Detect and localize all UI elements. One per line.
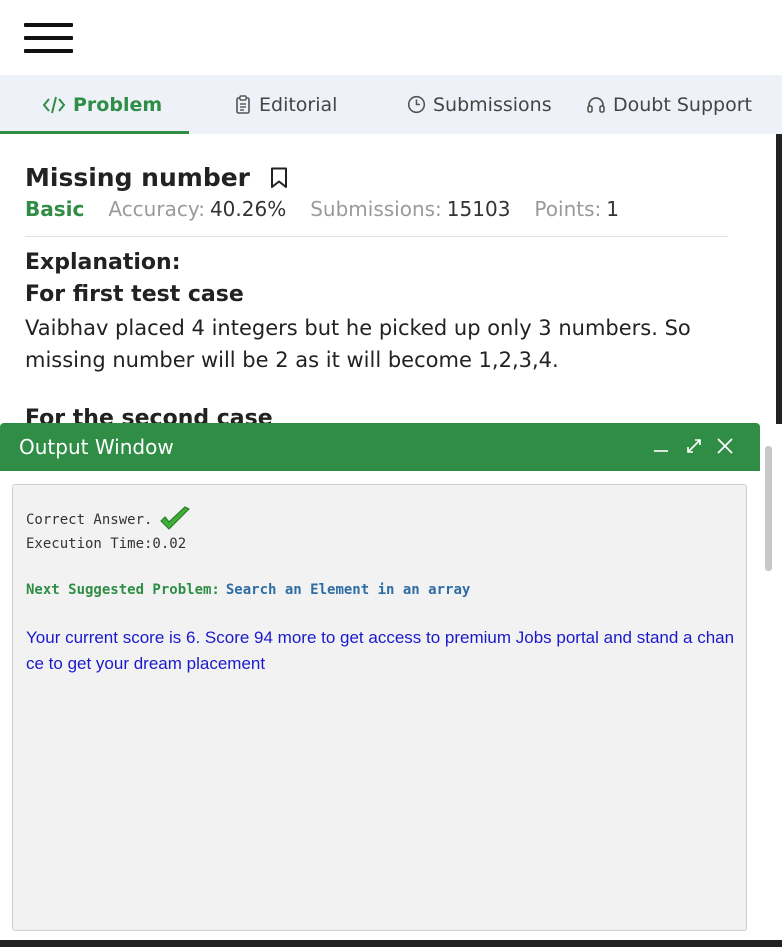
hamburger-menu-icon[interactable] xyxy=(24,23,74,55)
output-window-header: Output Window xyxy=(0,423,760,471)
scrollbar-thumb[interactable] xyxy=(765,446,772,571)
accuracy-value: 40.26% xyxy=(209,197,287,221)
problem-meta: Basic Accuracy: 40.26% Submissions: 1510… xyxy=(25,197,643,221)
tab-problem[interactable]: Problem xyxy=(42,75,162,134)
test-case-heading: For first test case xyxy=(25,282,244,307)
page-scrollbar[interactable] xyxy=(776,134,782,424)
clock-icon xyxy=(407,95,426,114)
top-bar xyxy=(0,0,782,75)
next-suggested-label: Next Suggested Problem: xyxy=(26,582,220,598)
problem-title: Missing number xyxy=(25,163,250,192)
execution-time: Execution Time:0.02 xyxy=(26,536,187,552)
accuracy-label: Accuracy: xyxy=(108,197,205,221)
output-window-body: Correct Answer. Execution Time:0.02 Next… xyxy=(0,471,760,947)
expand-icon[interactable] xyxy=(681,433,707,459)
output-scrollbar[interactable] xyxy=(763,446,782,947)
output-panel: Correct Answer. Execution Time:0.02 Next… xyxy=(12,484,747,931)
result-row: Correct Answer. xyxy=(26,506,192,534)
explanation-text: Vaibhav placed 4 integers but he picked … xyxy=(25,316,691,372)
code-icon xyxy=(42,96,66,114)
bottom-edge xyxy=(0,940,782,947)
headset-icon xyxy=(586,95,606,115)
result-text: Correct Answer. xyxy=(26,512,153,528)
tab-editorial-label: Editorial xyxy=(259,93,338,116)
difficulty-badge: Basic xyxy=(25,197,85,221)
next-suggested-problem: Next Suggested Problem: Search an Element… xyxy=(26,582,470,598)
explanation-heading: Explanation: xyxy=(25,250,181,275)
problem-title-row: Missing number xyxy=(25,163,288,192)
bookmark-icon[interactable] xyxy=(270,167,288,189)
points-label: Points: xyxy=(534,197,602,221)
problem-tab-bar: Problem Editorial Submissions Doubt Supp… xyxy=(0,75,782,134)
output-window-title: Output Window xyxy=(19,435,174,459)
close-icon[interactable] xyxy=(712,433,738,459)
document-icon xyxy=(234,94,252,115)
next-problem-link[interactable]: Search an Element in an array xyxy=(226,582,470,598)
minimize-icon[interactable] xyxy=(648,433,674,459)
second-case-heading: For the second case xyxy=(25,406,273,424)
divider xyxy=(25,236,728,237)
points-value: 1 xyxy=(606,197,619,221)
problem-content: Missing number Basic Accuracy: 40.26% Su… xyxy=(0,134,778,424)
submissions-value: 15103 xyxy=(446,197,511,221)
tab-problem-label: Problem xyxy=(73,93,163,116)
submissions-label: Submissions: xyxy=(310,197,442,221)
tab-doubt-support-label: Doubt Support xyxy=(613,93,752,116)
tab-editorial[interactable]: Editorial xyxy=(234,75,337,134)
tab-submissions[interactable]: Submissions xyxy=(407,75,552,134)
tab-doubt-support[interactable]: Doubt Support xyxy=(586,75,752,134)
score-message: Your current score is 6. Score 94 more t… xyxy=(26,628,735,673)
checkmark-icon xyxy=(158,506,192,534)
tab-submissions-label: Submissions xyxy=(433,93,552,116)
